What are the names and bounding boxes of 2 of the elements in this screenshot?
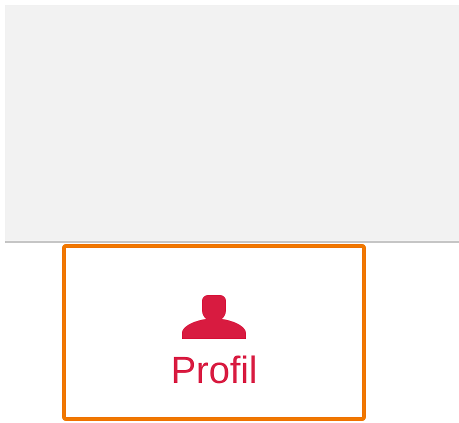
person-icon <box>182 295 246 339</box>
profile-tab[interactable]: Profil <box>62 244 366 421</box>
